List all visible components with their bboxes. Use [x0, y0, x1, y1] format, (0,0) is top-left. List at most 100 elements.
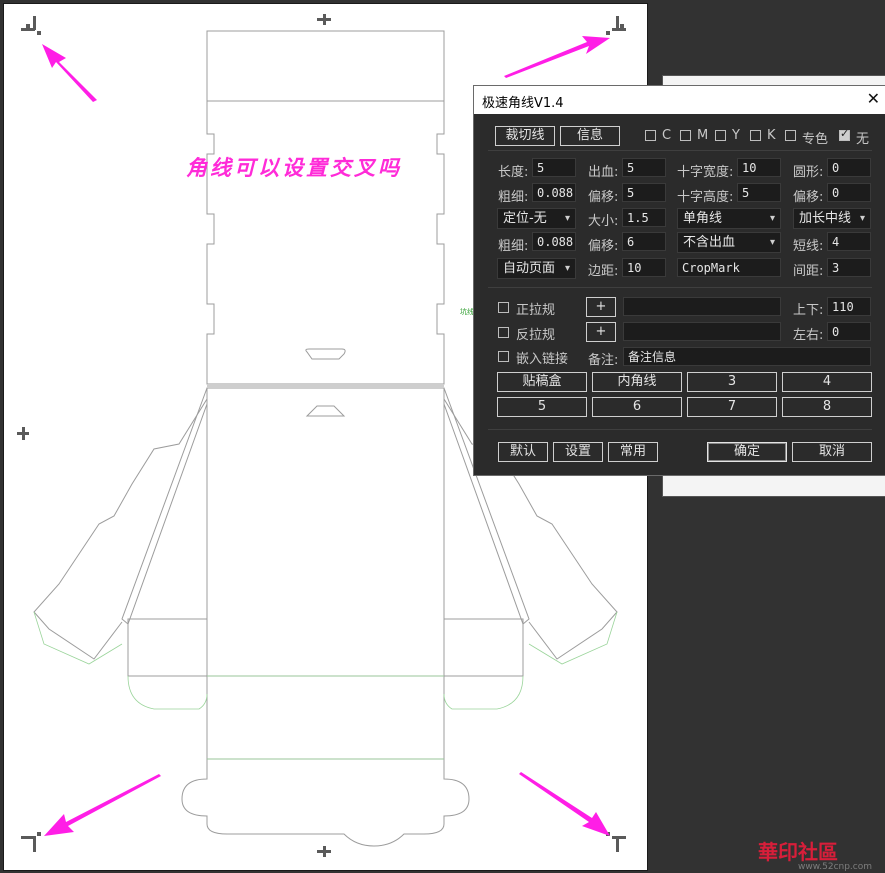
preset-button-1[interactable]: 贴稿盒 — [497, 372, 587, 392]
preset-button-5[interactable]: 5 — [497, 397, 587, 417]
checkbox-c-label: C — [662, 128, 672, 143]
green-label-fragment: 坑线 — [460, 307, 474, 316]
left-side-flap — [33, 398, 208, 660]
updown-input[interactable]: 110 — [827, 297, 871, 316]
checkbox-m-label: M — [697, 128, 709, 143]
arrow-top-right — [504, 36, 610, 78]
back-guide-input[interactable] — [623, 322, 781, 341]
cross-height-label: 十字高度: — [677, 190, 734, 205]
preset-button-3[interactable]: 3 — [687, 372, 777, 392]
circle-input[interactable]: 0 — [827, 158, 871, 177]
checkbox-k-label: K — [767, 128, 776, 143]
leftright-label: 左右: — [793, 328, 824, 343]
size-input[interactable]: 1.5 — [622, 208, 666, 227]
embed-link-label: 嵌入链接 — [516, 352, 569, 367]
checkbox-k[interactable] — [750, 130, 761, 141]
page-select[interactable]: 自动页面 ▾ — [497, 258, 576, 279]
watermark-url: www.52cnp.com — [798, 862, 873, 872]
checkbox-c[interactable] — [645, 130, 656, 141]
thickness2-label: 粗细: — [498, 239, 529, 254]
dialog-titlebar: 极速角线V1.4 ✕ — [474, 86, 885, 114]
corner-type-select[interactable]: 单角线 ▾ — [677, 208, 781, 229]
bleed-input[interactable]: 5 — [622, 158, 666, 177]
size-label: 大小: — [588, 214, 619, 229]
preset-button-2[interactable]: 内角线 — [592, 372, 682, 392]
front-guide-add-button[interactable]: + — [586, 297, 616, 317]
front-guide-input[interactable] — [623, 297, 781, 316]
chevron-down-icon: ▾ — [564, 263, 570, 274]
checkbox-back-guide[interactable] — [498, 327, 509, 338]
arrow-bottom-left — [44, 774, 161, 836]
thickness-label: 粗细: — [498, 190, 529, 205]
checkbox-none[interactable] — [839, 127, 850, 141]
dialog-title: 极速角线V1.4 — [482, 96, 564, 111]
checkbox-embed-link[interactable] — [498, 351, 509, 362]
checkbox-y[interactable] — [715, 130, 726, 141]
separator — [488, 150, 872, 151]
midline-select[interactable]: 加长中线 ▾ — [793, 208, 871, 229]
bottom-flap — [181, 758, 470, 847]
position-select[interactable]: 定位-无 ▾ — [497, 208, 576, 229]
separator — [488, 429, 872, 430]
back-guide-label: 反拉规 — [516, 328, 556, 343]
midline-select-value: 加长中线 — [799, 211, 852, 226]
short-line-input[interactable]: 4 — [827, 232, 871, 251]
crop-mark-dialog: 极速角线V1.4 ✕ 裁切线 信息 C M Y K 专色 无 长度: 5 出血:… — [473, 85, 885, 476]
preset-button-4[interactable]: 4 — [782, 372, 872, 392]
bleed-select[interactable]: 不含出血 ▾ — [677, 232, 781, 253]
thickness-input[interactable]: 0.088 — [532, 183, 576, 202]
offset3-label: 偏移: — [588, 239, 619, 254]
checkbox-front-guide[interactable] — [498, 302, 509, 313]
arrow-top-left — [42, 44, 97, 102]
ok-button[interactable]: 确定 — [707, 442, 787, 462]
preset-button-7[interactable]: 7 — [687, 397, 777, 417]
short-line-label: 短线: — [793, 239, 824, 254]
thickness2-input[interactable]: 0.088 — [532, 232, 576, 251]
circle-label: 圆形: — [793, 165, 824, 180]
bleed-select-value: 不含出血 — [683, 235, 736, 250]
layer-name-input[interactable]: CropMark — [677, 258, 781, 277]
offset3-input[interactable]: 6 — [622, 232, 666, 251]
note-label: 备注: — [588, 353, 619, 368]
back-guide-add-button[interactable]: + — [586, 322, 616, 342]
offset-label: 偏移: — [588, 190, 619, 205]
tab-info[interactable]: 信息 — [560, 126, 620, 146]
checkbox-y-label: Y — [732, 128, 740, 143]
corner-type-select-value: 单角线 — [683, 211, 723, 226]
checkbox-spot[interactable] — [785, 130, 796, 141]
length-input[interactable]: 5 — [532, 158, 576, 177]
offset2-input[interactable]: 0 — [827, 183, 871, 202]
margin-input[interactable]: 10 — [622, 258, 666, 277]
note-input[interactable]: 备注信息 — [623, 347, 871, 366]
checkbox-m[interactable] — [680, 130, 691, 141]
cross-height-input[interactable]: 5 — [737, 183, 781, 202]
default-button[interactable]: 默认 — [498, 442, 548, 462]
leftright-input[interactable]: 0 — [827, 322, 871, 341]
bleed-label: 出血: — [588, 165, 619, 180]
annotation-question-text: 角线可以设置交叉吗 — [186, 155, 402, 180]
updown-label: 上下: — [793, 303, 824, 318]
settings-button[interactable]: 设置 — [553, 442, 603, 462]
chevron-down-icon: ▾ — [859, 213, 865, 224]
top-flap-panel — [206, 30, 445, 102]
common-button[interactable]: 常用 — [608, 442, 658, 462]
cross-width-label: 十字宽度: — [677, 165, 734, 180]
arrow-bottom-right — [519, 772, 610, 836]
spacing-label: 间距: — [793, 264, 824, 279]
length-label: 长度: — [498, 165, 529, 180]
checkbox-spot-label: 专色 — [802, 132, 829, 147]
cross-width-input[interactable]: 10 — [737, 158, 781, 177]
chevron-down-icon: ▾ — [769, 213, 775, 224]
page-select-value: 自动页面 — [503, 261, 556, 276]
watermark-logo: 華印社區 — [758, 840, 838, 864]
offset-input[interactable]: 5 — [622, 183, 666, 202]
preset-button-6[interactable]: 6 — [592, 397, 682, 417]
tab-crop-lines[interactable]: 裁切线 — [495, 126, 555, 146]
close-icon[interactable]: ✕ — [867, 89, 880, 108]
left-side-strip — [121, 387, 208, 625]
front-guide-label: 正拉规 — [516, 303, 556, 318]
cancel-button[interactable]: 取消 — [792, 442, 872, 462]
preset-button-8[interactable]: 8 — [782, 397, 872, 417]
spacing-input[interactable]: 3 — [827, 258, 871, 277]
checkbox-none-label: 无 — [856, 132, 870, 147]
